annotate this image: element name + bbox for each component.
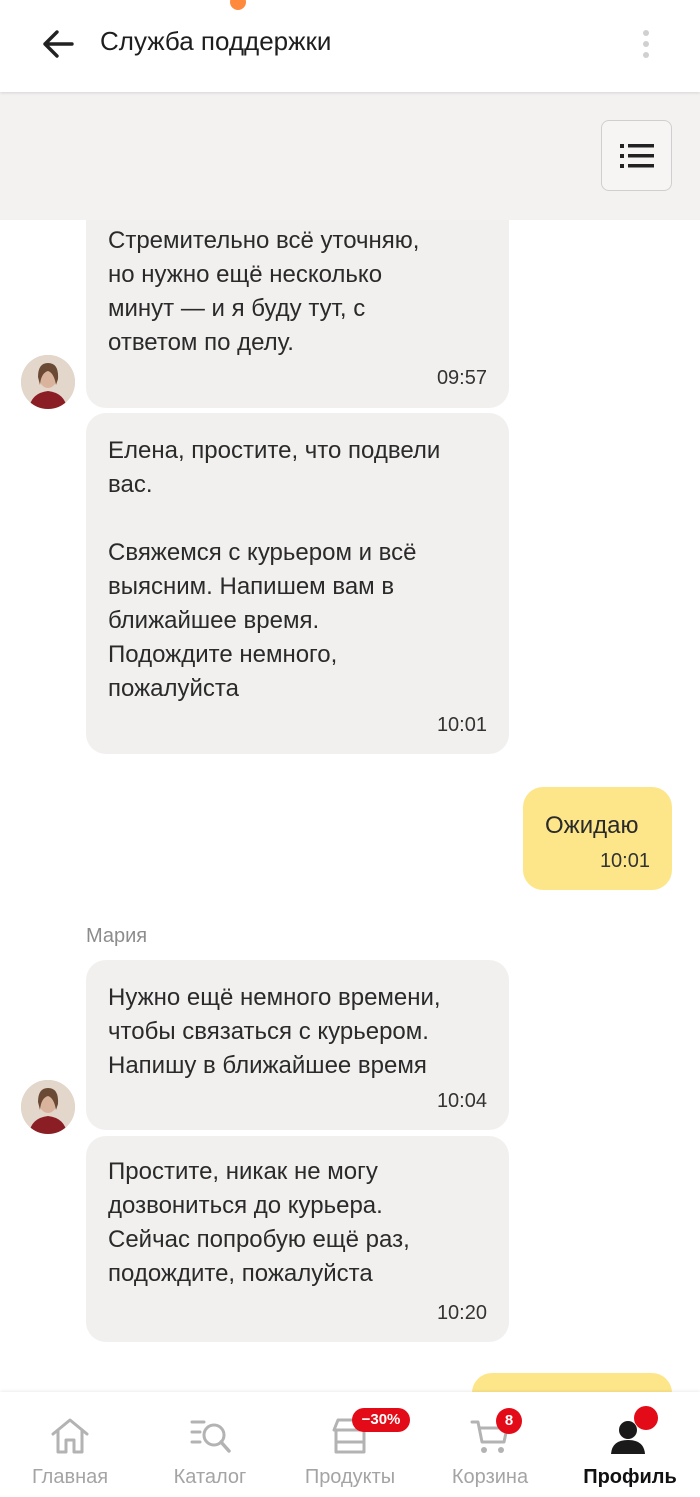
chat-toolbar — [0, 92, 700, 220]
incoming-message: Елена, простите, что подвели вас. Свяжем… — [86, 413, 509, 754]
nav-label: Корзина — [451, 1466, 529, 1488]
back-button[interactable] — [36, 22, 80, 66]
agent-avatar-image — [21, 1080, 75, 1134]
list-icon — [619, 143, 654, 168]
status-dot — [230, 0, 246, 10]
nav-item-profile[interactable]: Профиль — [580, 1392, 680, 1497]
more-options-button[interactable] — [630, 24, 662, 64]
chat-message-list[interactable]: Стремительно всё уточняю, но нужно ещё н… — [0, 220, 700, 1392]
agent-avatar-image — [21, 355, 75, 409]
nav-item-catalog[interactable]: Каталог — [160, 1392, 260, 1497]
nav-label: Главная — [31, 1466, 109, 1488]
message-text: Нужно ещё немного времени, чтобы связать… — [108, 984, 441, 1079]
message-time: 09:57 — [436, 367, 487, 389]
outgoing-message — [472, 1373, 672, 1392]
bottom-navigation: Главная Каталог −30% Продукты 8 Корзина … — [0, 1392, 700, 1497]
incoming-message: Нужно ещё немного времени, чтобы связать… — [86, 960, 509, 1130]
notification-dot — [634, 1406, 658, 1430]
sender-name: Мария — [86, 925, 148, 947]
discount-badge: −30% — [352, 1408, 410, 1432]
message-text: Ожидаю — [545, 812, 639, 839]
nav-label: Продукты — [304, 1466, 396, 1488]
chat-menu-button[interactable] — [601, 120, 672, 191]
avatar[interactable] — [21, 1080, 75, 1134]
more-vertical-icon — [643, 30, 649, 36]
more-dot — [643, 41, 649, 47]
nav-label: Каталог — [173, 1466, 247, 1488]
cart-count-badge: 8 — [496, 1408, 522, 1434]
incoming-message: Стремительно всё уточняю, но нужно ещё н… — [86, 220, 509, 408]
message-text: Простите, никак не могу дозвониться до к… — [108, 1158, 410, 1287]
avatar[interactable] — [21, 355, 75, 409]
page-title: Служба поддержки — [100, 26, 332, 56]
message-text: Елена, простите, что подвели вас. Свяжем… — [108, 437, 441, 702]
nav-item-home[interactable]: Главная — [20, 1392, 120, 1497]
more-dot — [643, 52, 649, 58]
message-time: 10:01 — [436, 714, 487, 736]
nav-label: Профиль — [583, 1466, 677, 1488]
home-icon — [51, 1418, 89, 1454]
outgoing-message: Ожидаю 10:01 — [523, 787, 672, 890]
incoming-message: Простите, никак не могу дозвониться до к… — [86, 1136, 509, 1342]
message-time: 10:04 — [436, 1090, 487, 1112]
message-time: 10:20 — [436, 1302, 487, 1324]
catalog-search-icon — [190, 1420, 231, 1453]
message-text: Стремительно всё уточняю, но нужно ещё н… — [108, 227, 420, 356]
message-time: 10:01 — [599, 850, 650, 872]
arrow-left-icon — [43, 30, 74, 58]
nav-item-products[interactable]: −30% Продукты — [295, 1392, 410, 1497]
nav-item-cart[interactable]: 8 Корзина — [440, 1392, 540, 1497]
app-header: Служба поддержки — [0, 0, 700, 92]
